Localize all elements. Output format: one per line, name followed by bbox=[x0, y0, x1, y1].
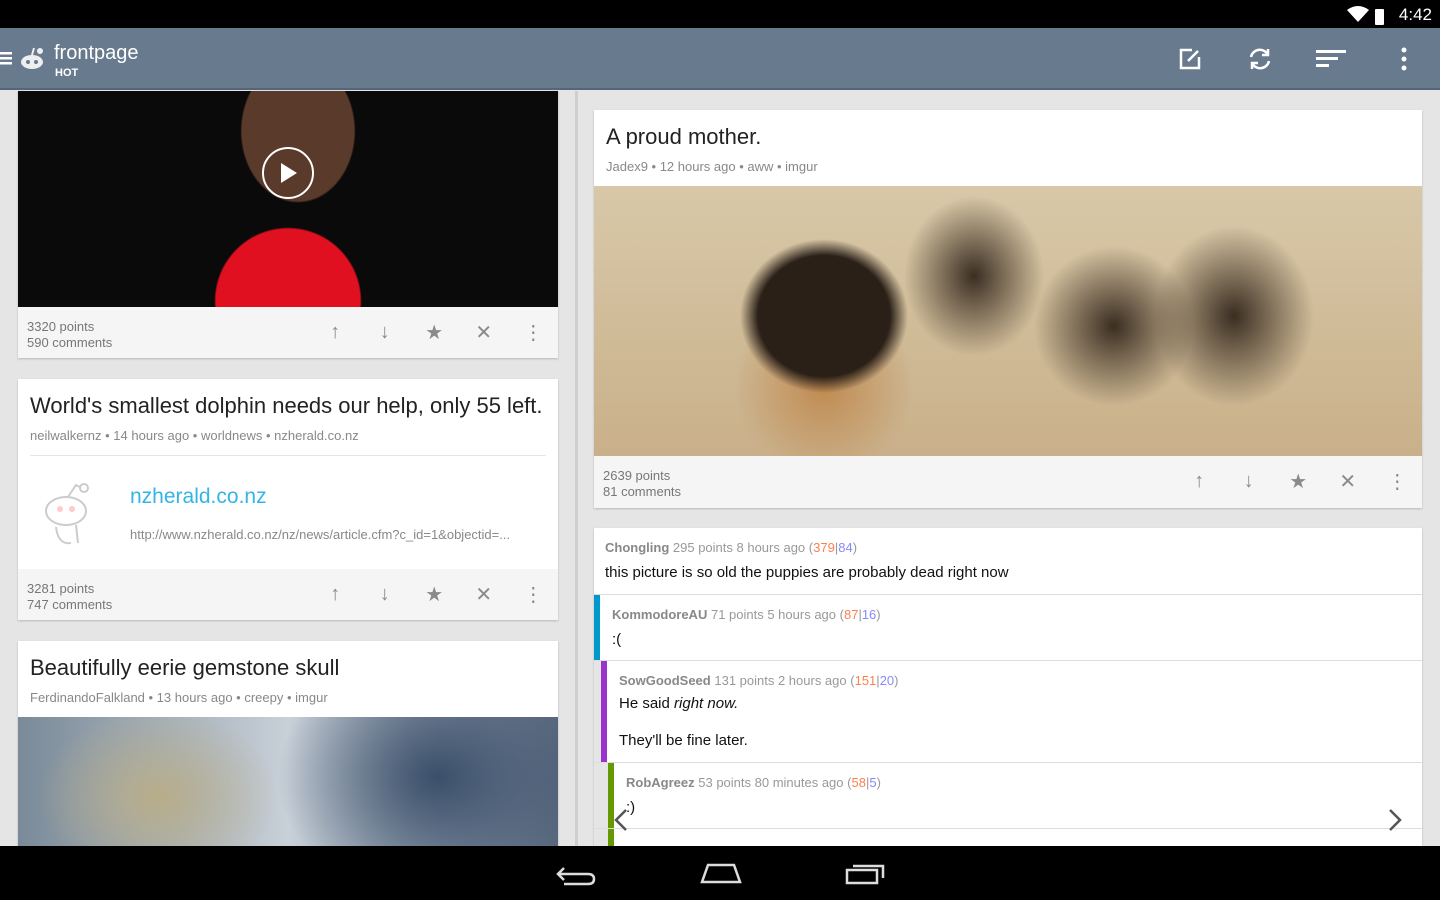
post-card[interactable]: World's smallest dolphin needs our help,… bbox=[18, 379, 558, 620]
comment-author[interactable]: SowGoodSeed bbox=[619, 673, 711, 688]
points: 3281 points bbox=[27, 581, 95, 596]
comment-info: 131 points 2 hours ago bbox=[714, 673, 847, 688]
menu-icon[interactable] bbox=[0, 52, 12, 71]
play-icon[interactable] bbox=[262, 147, 314, 199]
reddit-alien-placeholder-icon bbox=[36, 479, 124, 552]
post-title[interactable]: Beautifully eerie gemstone skull bbox=[30, 655, 339, 681]
points: 3320 points bbox=[27, 319, 95, 334]
post-video-thumbnail[interactable] bbox=[18, 91, 558, 307]
comment[interactable]: RobAgreez 53 points 80 minutes ago (58|5… bbox=[594, 763, 1422, 829]
star-icon[interactable]: ★ bbox=[410, 582, 460, 607]
downvotes: 16 bbox=[861, 607, 877, 622]
post-image[interactable] bbox=[18, 717, 558, 851]
comment-author[interactable]: RobAgreez bbox=[626, 775, 695, 790]
comment-body-paragraph: They'll be fine later. bbox=[619, 732, 748, 749]
comments-card: Chongling 295 points 8 hours ago (379|84… bbox=[594, 528, 1422, 846]
next-comment-icon[interactable] bbox=[1388, 808, 1402, 837]
comment-body: :( bbox=[612, 631, 622, 648]
comment-author[interactable]: KommodoreAU bbox=[612, 607, 707, 622]
app-toolbar: frontpage HOT bbox=[0, 28, 1440, 90]
downvote-icon[interactable]: ↓ bbox=[1224, 470, 1274, 493]
sort-label: HOT bbox=[55, 67, 79, 79]
post-meta: Jadex9 • 12 hours ago • aww • imgur bbox=[606, 159, 818, 174]
overflow-menu-icon[interactable] bbox=[1389, 44, 1419, 74]
back-icon[interactable] bbox=[556, 864, 596, 891]
hide-icon[interactable]: ✕ bbox=[459, 320, 509, 345]
reddit-logo-icon[interactable] bbox=[20, 46, 46, 75]
sort-icon[interactable] bbox=[1316, 44, 1346, 74]
clock: 4:42 bbox=[1398, 5, 1432, 24]
post-meta: neilwalkernz • 14 hours ago • worldnews … bbox=[30, 428, 359, 443]
downvotes: 84 bbox=[838, 540, 853, 555]
comment-body: this picture is so old the puppies are p… bbox=[605, 564, 1009, 581]
post-footer: 3281 points 747 comments ↑ ↓ ★ ✕ ⋮ bbox=[18, 569, 558, 620]
star-icon[interactable]: ★ bbox=[410, 320, 460, 345]
comment-info: 71 points 5 hours ago bbox=[710, 607, 837, 622]
recent-apps-icon[interactable] bbox=[845, 862, 885, 891]
previous-comment-icon[interactable] bbox=[614, 808, 628, 837]
downvote-icon[interactable]: ↓ bbox=[360, 583, 410, 606]
wifi-icon bbox=[1347, 6, 1369, 27]
upvotes: 379 bbox=[813, 540, 835, 555]
comment-info: 295 points 8 hours ago bbox=[672, 540, 806, 555]
upvotes: 151 bbox=[854, 673, 877, 688]
hide-icon[interactable]: ✕ bbox=[459, 582, 509, 607]
comment-info: 53 points 80 minutes ago bbox=[698, 775, 844, 790]
downvote-icon[interactable]: ↓ bbox=[360, 321, 410, 344]
link-url[interactable]: http://www.nzherald.co.nz/nz/news/articl… bbox=[130, 527, 510, 542]
post-title[interactable]: A proud mother. bbox=[606, 124, 761, 150]
subreddit-title[interactable]: frontpage bbox=[54, 42, 139, 65]
upvotes: 58 bbox=[851, 775, 866, 790]
compose-icon[interactable] bbox=[1175, 44, 1205, 74]
comments-link[interactable]: 747 comments bbox=[27, 597, 112, 613]
post-meta: FerdinandoFalkland • 13 hours ago • cree… bbox=[30, 690, 328, 705]
comments-link[interactable]: 590 comments bbox=[27, 335, 112, 351]
post-image[interactable] bbox=[594, 186, 1422, 456]
upvotes: 87 bbox=[843, 607, 859, 622]
upvote-icon[interactable]: ↑ bbox=[311, 583, 361, 606]
comment[interactable]: KommodoreAU 71 points 5 hours ago (87|16… bbox=[594, 595, 1422, 661]
comment-author[interactable]: Chongling bbox=[605, 540, 669, 555]
post-card[interactable]: Beautifully eerie gemstone skull Ferdina… bbox=[18, 641, 558, 851]
post-footer: 2639 points 81 comments ↑ ↓ ★ ✕ ⋮ bbox=[594, 456, 1422, 508]
post-detail-card: A proud mother. Jadex9 • 12 hours ago • … bbox=[594, 110, 1422, 508]
upvote-icon[interactable]: ↑ bbox=[1175, 470, 1225, 493]
more-icon[interactable]: ⋮ bbox=[509, 582, 559, 607]
comments-count: 81 comments bbox=[603, 484, 682, 499]
comment[interactable]: Chongling 295 points 8 hours ago (379|84… bbox=[594, 528, 1422, 595]
comment[interactable]: SowGoodSeed 131 points 2 hours ago (151|… bbox=[594, 661, 1422, 763]
star-icon[interactable]: ★ bbox=[1274, 469, 1324, 494]
comment-body: He said right now. bbox=[619, 695, 739, 712]
link-domain[interactable]: nzherald.co.nz bbox=[130, 485, 267, 509]
battery-icon bbox=[1375, 8, 1384, 25]
points: 2639 points bbox=[603, 468, 671, 483]
post-footer: 3320 points 590 comments ↑ ↓ ★ ✕ ⋮ bbox=[18, 307, 558, 358]
downvotes: 20 bbox=[879, 673, 895, 688]
post-card[interactable]: 3320 points 590 comments ↑ ↓ ★ ✕ ⋮ bbox=[18, 91, 558, 358]
refresh-icon[interactable] bbox=[1245, 44, 1275, 74]
column-divider[interactable] bbox=[575, 91, 578, 846]
status-bar: 4:42 bbox=[0, 0, 1440, 28]
upvote-icon[interactable]: ↑ bbox=[311, 321, 361, 344]
downvotes: 5 bbox=[869, 775, 877, 790]
more-icon[interactable]: ⋮ bbox=[509, 320, 559, 345]
navigation-bar bbox=[0, 846, 1440, 900]
hide-icon[interactable]: ✕ bbox=[1323, 469, 1373, 494]
home-icon[interactable] bbox=[700, 862, 742, 889]
more-icon[interactable]: ⋮ bbox=[1373, 469, 1423, 494]
post-title[interactable]: World's smallest dolphin needs our help,… bbox=[30, 393, 543, 419]
